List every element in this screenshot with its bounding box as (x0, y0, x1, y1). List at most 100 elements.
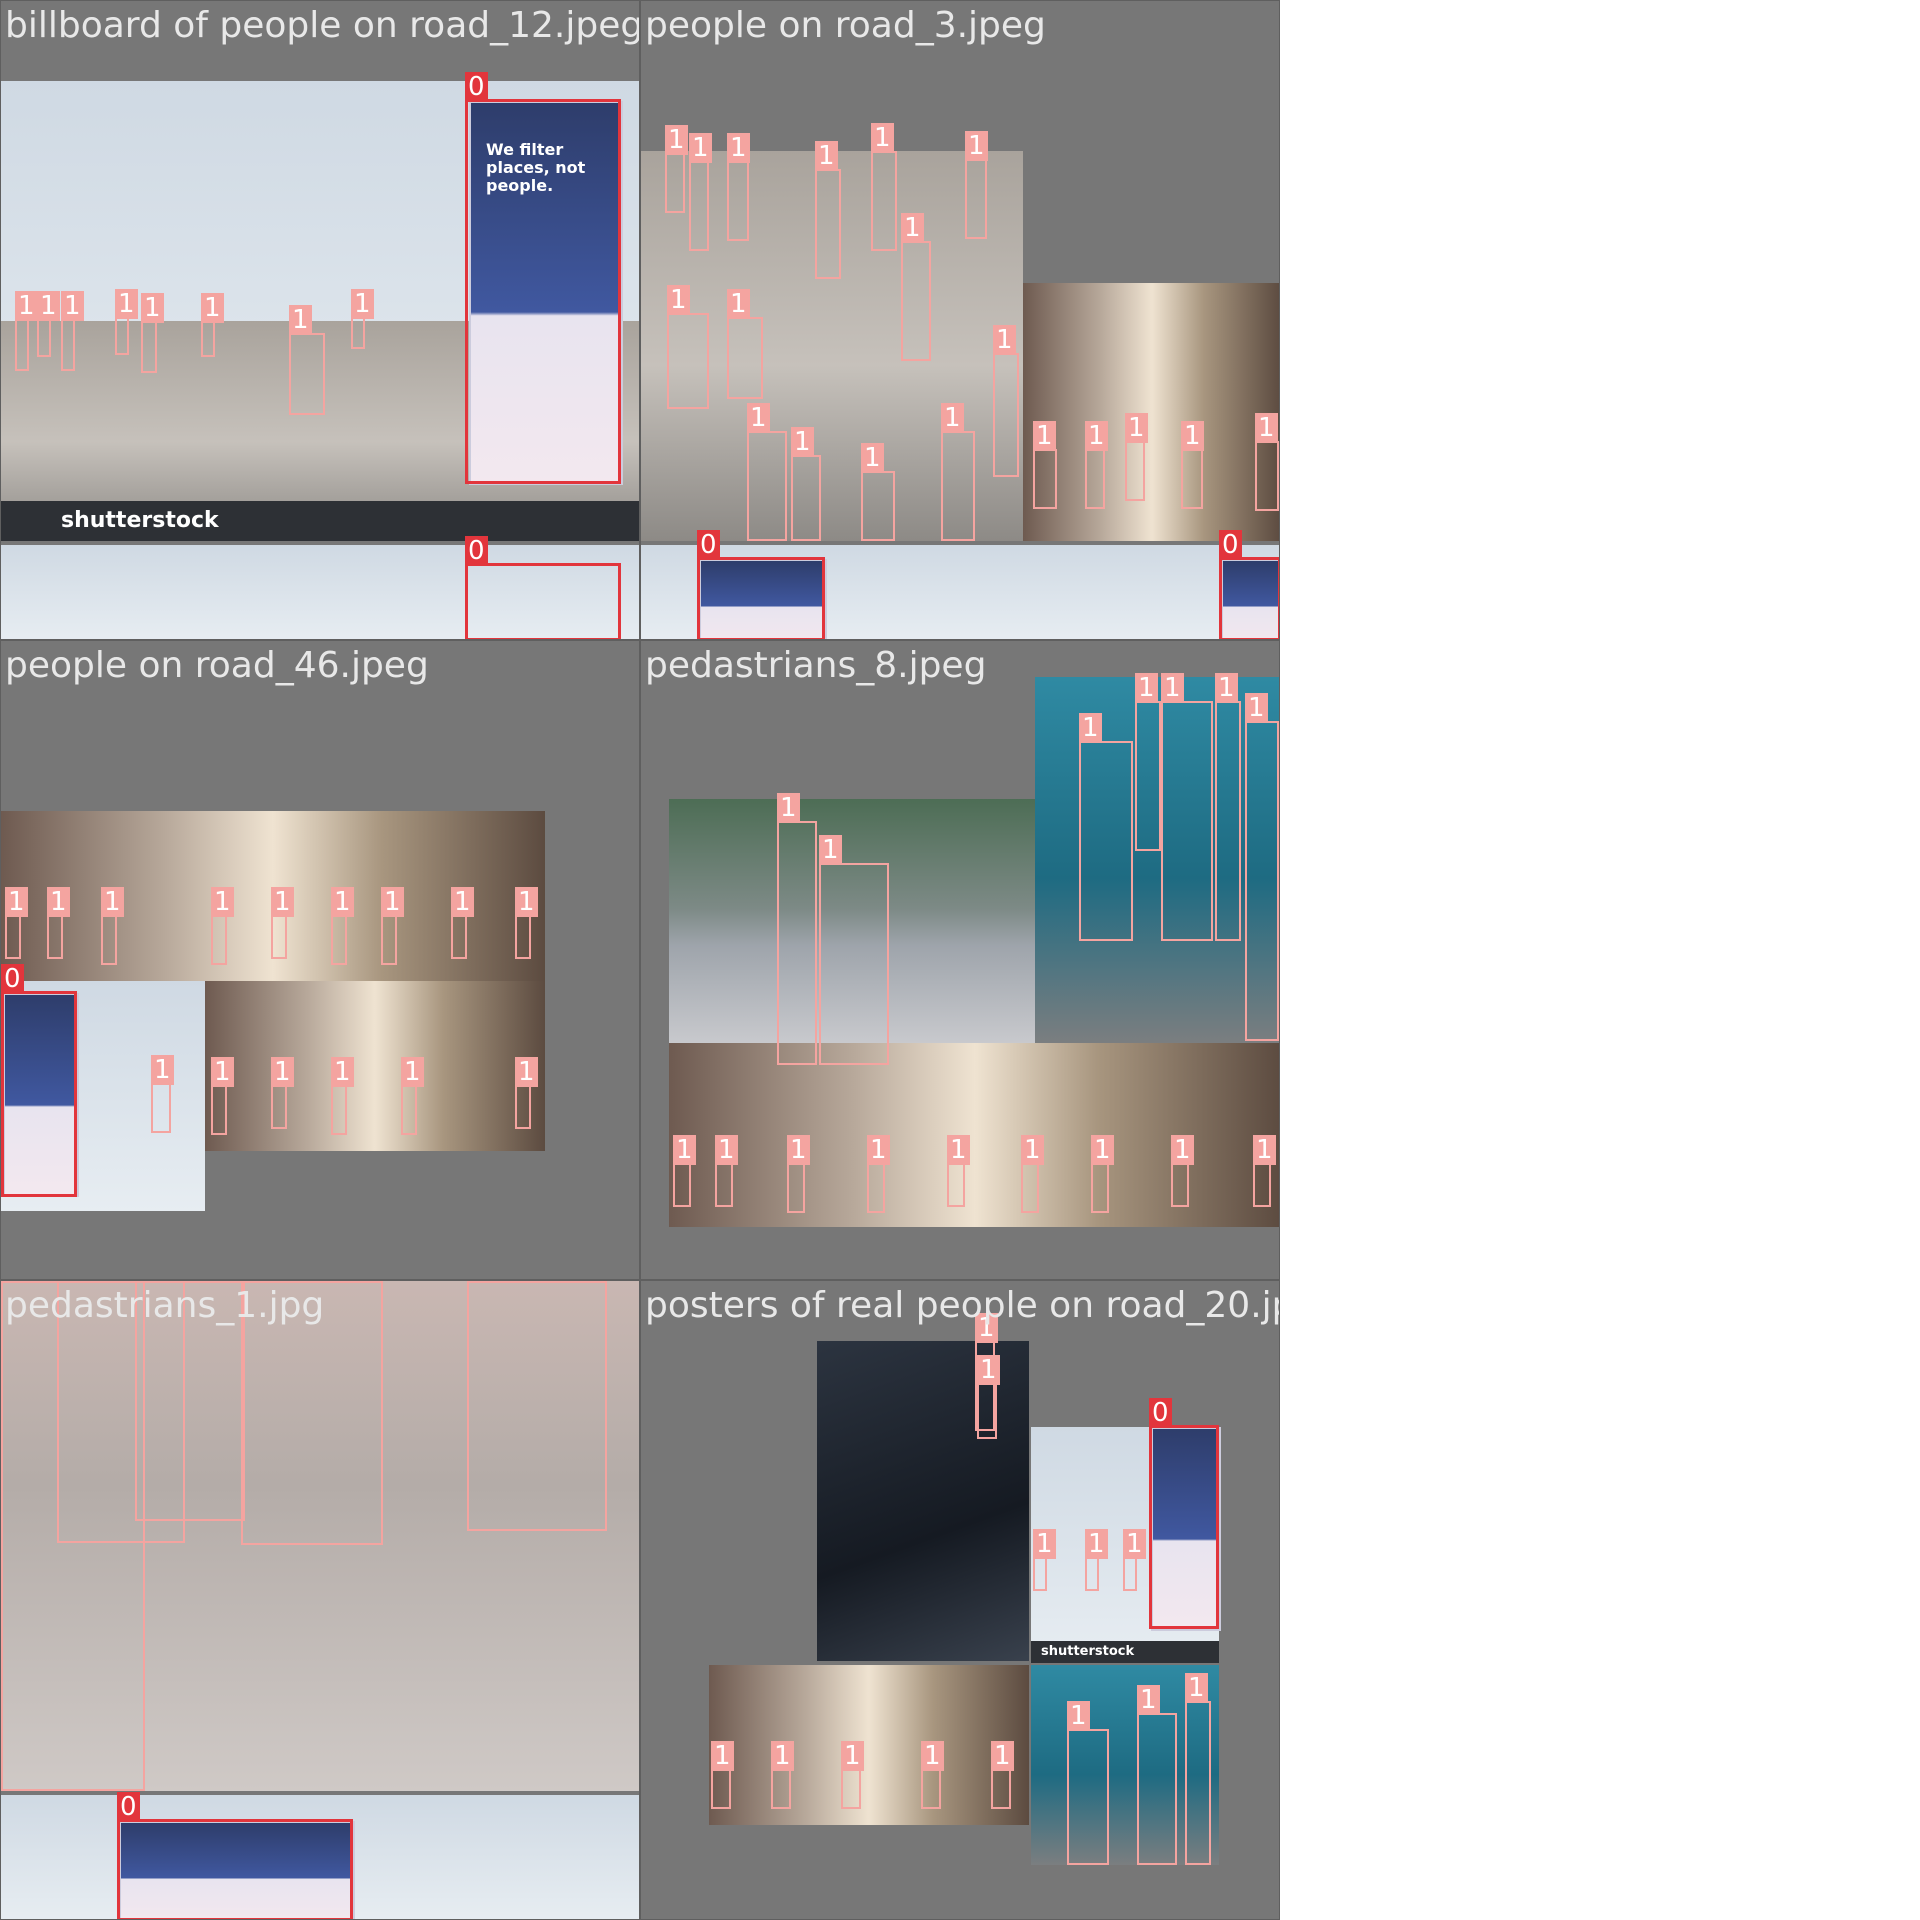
class-label: 1 (1185, 1673, 1208, 1703)
class-label: 1 (271, 1057, 294, 1087)
class-label: 1 (1, 1281, 24, 1283)
class-label: 1 (57, 1281, 80, 1283)
person-box: 1 (1161, 673, 1213, 941)
person-box: 1 (861, 443, 895, 541)
person-box: 1 (1253, 1135, 1276, 1207)
person-box: 1 (941, 403, 975, 541)
class-label: 1 (921, 1741, 944, 1771)
person-box: 1 (211, 887, 234, 965)
person-box: 1 (1255, 413, 1279, 511)
class-label: 1 (515, 887, 538, 917)
billboard-box: 0 (465, 72, 621, 484)
tile-people-road-3: people on road_3.jpeg 0 0 1 1 1 1 1 1 1 … (640, 0, 1280, 640)
person-box: 1 (1245, 693, 1279, 1041)
class-label: 1 (819, 835, 842, 865)
class-label: 1 (1125, 413, 1148, 443)
class-label: 1 (271, 887, 294, 917)
class-label: 1 (1021, 1135, 1044, 1165)
person-box: 1 (5, 887, 28, 959)
billboard-box: 0 (117, 1792, 353, 1919)
class-label: 1 (1085, 421, 1108, 451)
scene-image (205, 981, 545, 1151)
person-box: 1 (1079, 713, 1133, 941)
class-label: 1 (1085, 1529, 1108, 1559)
scene-image (709, 1665, 1029, 1825)
person-box: 1 (977, 1355, 1000, 1439)
person-box: 1 (515, 887, 538, 959)
class-label: 1 (993, 325, 1016, 355)
person-box: 1 (271, 887, 294, 959)
person-box: 1 (381, 887, 404, 965)
scene-image (1023, 283, 1279, 541)
label-mosaic: billboard of people on road_12.jpeg We f… (0, 0, 1280, 1920)
class-label: 1 (841, 1741, 864, 1771)
class-label: 1 (727, 289, 750, 319)
person-box: 1 (47, 887, 70, 959)
person-box: 1 (1033, 1529, 1056, 1591)
class-label: 1 (1161, 673, 1184, 703)
class-label: 1 (1135, 673, 1158, 703)
tile-filename: pedastrians_8.jpeg (645, 645, 987, 686)
class-label: 1 (1067, 1701, 1090, 1731)
person-box: 1 (1085, 421, 1108, 509)
billboard-box: 0 (697, 530, 825, 639)
class-label: 1 (467, 1281, 490, 1283)
class-label: 1 (727, 133, 750, 163)
person-box: 1 (151, 1055, 174, 1133)
person-box: 1 (901, 213, 931, 361)
class-label: 1 (135, 1281, 158, 1283)
class-label: 1 (1033, 1529, 1056, 1559)
tile-filename: posters of real people on road_20.jpeg (645, 1285, 1280, 1326)
class-label: 1 (977, 1355, 1000, 1385)
class-label: 1 (1215, 673, 1238, 703)
person-box: 1 (867, 1135, 890, 1213)
class-label: 1 (871, 123, 894, 153)
person-box: 1 (1137, 1685, 1177, 1865)
class-label: 1 (141, 293, 164, 323)
tile-filename: billboard of people on road_12.jpeg (5, 5, 640, 46)
person-box: 1 (1021, 1135, 1044, 1213)
billboard-box: 0 (1149, 1398, 1219, 1629)
class-label: 0 (1149, 1398, 1172, 1428)
class-label: 1 (401, 1057, 424, 1087)
person-box: 1 (331, 1057, 354, 1135)
person-box: 1 (351, 289, 374, 349)
class-label: 1 (771, 1741, 794, 1771)
person-box: 1 (819, 835, 889, 1065)
class-label: 1 (101, 887, 124, 917)
tile-billboard-road-12: billboard of people on road_12.jpeg We f… (0, 0, 640, 640)
person-box: 1 (665, 125, 688, 213)
class-label: 1 (815, 141, 838, 171)
class-label: 1 (47, 887, 70, 917)
class-label: 0 (465, 72, 488, 102)
person-box: 1 (1135, 673, 1161, 851)
class-label: 1 (1245, 693, 1268, 723)
person-box: 1 (201, 293, 224, 357)
tile-filename: people on road_46.jpeg (5, 645, 429, 686)
person-box: 1 (991, 1741, 1014, 1809)
class-label: 1 (787, 1135, 810, 1165)
person-box: 1 (777, 793, 817, 1065)
watermark-bar: shutterstock (1, 501, 639, 541)
person-box: 1 (715, 1135, 738, 1207)
class-label: 1 (1123, 1529, 1146, 1559)
class-label: 1 (665, 125, 688, 155)
class-label: 1 (1137, 1685, 1160, 1715)
class-label: 1 (867, 1135, 890, 1165)
class-label: 1 (351, 289, 374, 319)
tile-people-road-46: people on road_46.jpeg 0 1 1 1 1 1 1 1 1… (0, 640, 640, 1280)
person-box: 1 (1185, 1673, 1211, 1865)
class-label: 1 (1181, 421, 1204, 451)
class-label: 1 (15, 291, 38, 321)
person-box: 1 (101, 887, 124, 965)
tile-posters-real-people-20: posters of real people on road_20.jpeg s… (640, 1280, 1280, 1920)
person-box: 1 (1033, 421, 1057, 509)
class-label: 1 (331, 887, 354, 917)
watermark-text: shutterstock (61, 508, 219, 533)
class-label: 1 (5, 887, 28, 917)
class-label: 1 (289, 305, 312, 335)
class-label: 1 (211, 1057, 234, 1087)
person-box: 1 (689, 133, 712, 251)
class-label: 1 (941, 403, 964, 433)
person-box: 1 (1171, 1135, 1194, 1207)
